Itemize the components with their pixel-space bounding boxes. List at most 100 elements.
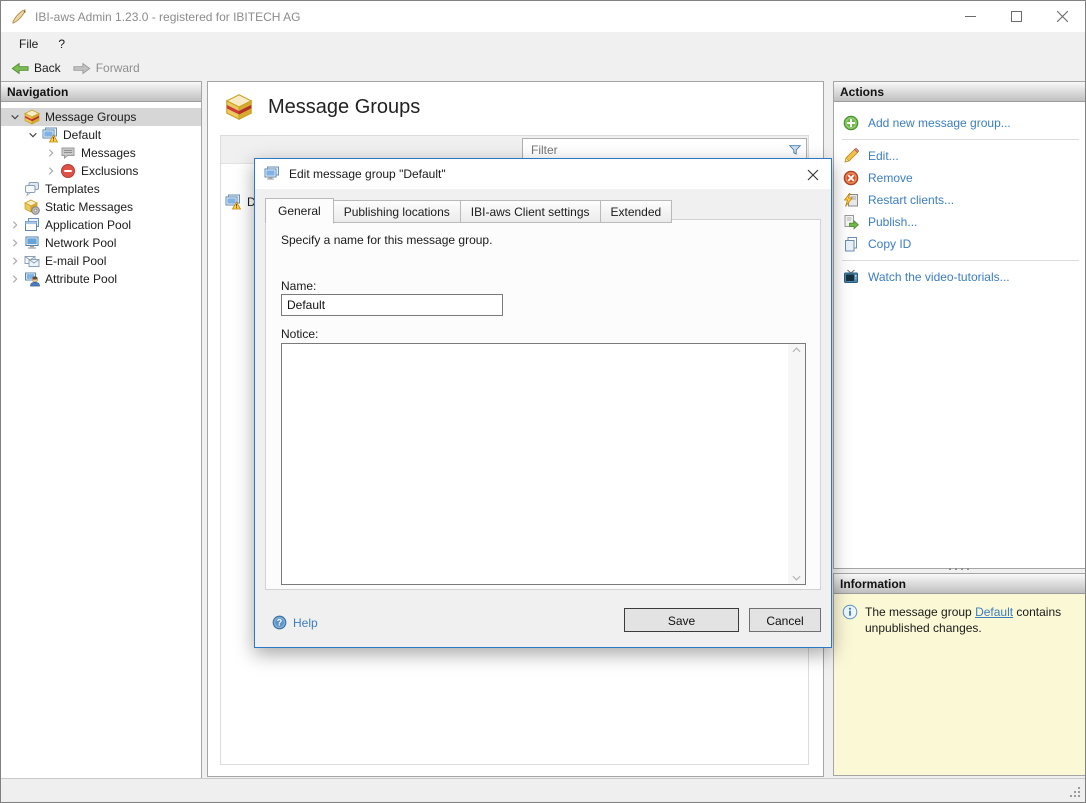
notice-textarea[interactable] — [281, 343, 806, 585]
tree-item-application-pool[interactable]: Application Pool — [1, 216, 201, 234]
menu-bar: File ? — [1, 32, 1085, 55]
templates-icon — [23, 181, 40, 197]
chevron-down-icon[interactable] — [25, 127, 41, 143]
tree-item-message-groups[interactable]: Message Groups — [1, 108, 201, 126]
tree-item-default[interactable]: Default — [1, 126, 201, 144]
actions-header: Actions — [834, 82, 1085, 102]
forward-label: Forward — [95, 61, 140, 75]
tree-item-templates[interactable]: Templates — [1, 180, 201, 198]
help-icon: ? — [272, 615, 287, 630]
restart-clients-icon — [842, 192, 859, 209]
video-tutorials-icon — [842, 269, 859, 286]
edit-pencil-icon — [842, 148, 859, 165]
action-restart-clients[interactable]: Restart clients... — [842, 189, 1085, 211]
tab-client-settings[interactable]: IBI-aws Client settings — [459, 200, 601, 223]
chevron-right-icon[interactable] — [7, 253, 23, 269]
action-label: Watch the video-tutorials... — [868, 270, 1010, 284]
name-input[interactable] — [281, 294, 503, 316]
actions-panel: Actions Add new message group... Edit...… — [833, 81, 1085, 569]
chevron-down-icon[interactable] — [7, 109, 23, 125]
chevron-right-icon[interactable] — [7, 271, 23, 287]
scroll-down-icon[interactable] — [792, 575, 801, 581]
information-header: Information — [834, 574, 1085, 594]
help-label: Help — [293, 615, 318, 630]
exclusions-icon — [59, 163, 76, 179]
action-watch-tutorials[interactable]: Watch the video-tutorials... — [842, 266, 1085, 288]
app-icon — [12, 8, 26, 24]
menu-help[interactable]: ? — [48, 34, 75, 54]
action-edit[interactable]: Edit... — [842, 145, 1085, 167]
tree-item-messages[interactable]: Messages — [1, 144, 201, 162]
tab-general[interactable]: General — [265, 198, 334, 224]
tree-item-exclusions[interactable]: Exclusions — [1, 162, 201, 180]
dialog-close-button[interactable] — [804, 166, 822, 184]
tree-item-network-pool[interactable]: Network Pool — [1, 234, 201, 252]
notice-scrollbar[interactable] — [788, 344, 805, 584]
forward-button[interactable]: Forward — [69, 59, 148, 78]
tree-item-label: Network Pool — [45, 236, 117, 250]
help-link[interactable]: ? Help — [272, 615, 318, 630]
tab-publishing-locations[interactable]: Publishing locations — [332, 200, 461, 223]
tree-item-email-pool[interactable]: E-mail Pool — [1, 252, 201, 270]
back-button[interactable]: Back — [7, 59, 69, 78]
back-label: Back — [34, 61, 61, 75]
menu-file[interactable]: File — [9, 34, 48, 54]
app-window: IBI-aws Admin 1.23.0 - registered for IB… — [0, 0, 1086, 803]
tree-item-attribute-pool[interactable]: Attribute Pool — [1, 270, 201, 288]
tree-item-label: Exclusions — [81, 164, 139, 178]
add-icon — [842, 115, 859, 132]
action-add-message-group[interactable]: Add new message group... — [842, 112, 1085, 134]
minimize-button[interactable] — [947, 1, 993, 32]
dialog-footer: ? Help Save Cancel — [255, 599, 831, 647]
toolbar: Back Forward — [1, 55, 1085, 81]
application-pool-icon — [23, 217, 40, 233]
message-group-warning-icon — [225, 194, 241, 210]
tree-item-label: Templates — [45, 182, 100, 196]
tab-extended[interactable]: Extended — [599, 200, 673, 223]
dialog-tabs: General Publishing locations IBI-aws Cli… — [265, 197, 673, 224]
action-label: Publish... — [868, 215, 918, 229]
filter-icon[interactable] — [784, 143, 806, 157]
tree-item-label: Message Groups — [45, 110, 137, 124]
save-button[interactable]: Save — [624, 608, 739, 632]
maximize-button[interactable] — [993, 1, 1039, 32]
network-pool-icon — [23, 235, 40, 251]
action-label: Edit... — [868, 149, 899, 163]
chevron-right-icon[interactable] — [7, 235, 23, 251]
title-bar: IBI-aws Admin 1.23.0 - registered for IB… — [1, 1, 1085, 32]
scroll-up-icon[interactable] — [792, 347, 801, 353]
tree-item-label: Default — [63, 128, 102, 142]
action-label: Copy ID — [868, 237, 912, 251]
forward-arrow-icon — [73, 62, 91, 74]
tree-item-label: Static Messages — [45, 200, 134, 214]
tree-item-label: Attribute Pool — [45, 272, 118, 286]
email-pool-icon — [23, 253, 40, 269]
info-default-link[interactable]: Default — [975, 605, 1013, 619]
action-publish[interactable]: Publish... — [842, 211, 1085, 233]
message-groups-icon — [23, 109, 40, 125]
cancel-button[interactable]: Cancel — [749, 608, 821, 632]
chevron-right-icon[interactable] — [7, 217, 23, 233]
close-button[interactable] — [1039, 1, 1085, 32]
information-panel: Information The message group Default co… — [833, 573, 1085, 776]
info-message: The message group Default contains unpub… — [865, 604, 1077, 636]
copy-icon — [842, 236, 859, 253]
chevron-right-icon[interactable] — [43, 145, 59, 161]
page-title: Message Groups — [268, 95, 421, 118]
chevron-right-icon[interactable] — [43, 163, 59, 179]
actions-separator — [842, 260, 1079, 261]
action-label: Remove — [868, 171, 913, 185]
panel-splitter[interactable] — [833, 565, 1085, 573]
action-remove[interactable]: Remove — [842, 167, 1085, 189]
tree-item-label: Application Pool — [45, 218, 132, 232]
static-messages-icon — [23, 199, 40, 215]
attribute-pool-icon — [23, 271, 40, 287]
action-copy-id[interactable]: Copy ID — [842, 233, 1085, 255]
filter-input[interactable] — [523, 141, 784, 158]
info-text-before: The message group — [865, 605, 976, 619]
resize-grip[interactable] — [1069, 786, 1082, 799]
edit-message-group-dialog: Edit message group "Default" General Pub… — [254, 158, 832, 648]
tree-item-static-messages[interactable]: Static Messages — [1, 198, 201, 216]
